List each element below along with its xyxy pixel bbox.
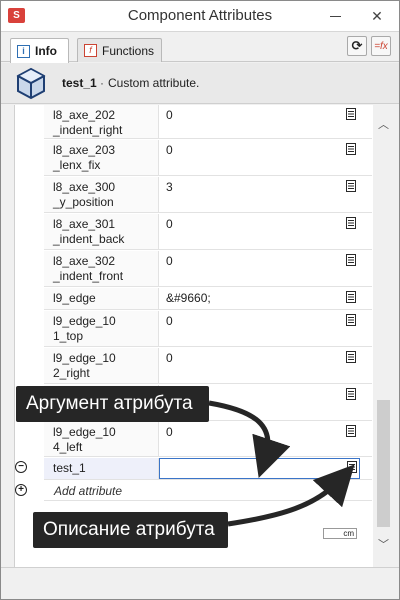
document-icon — [346, 314, 356, 326]
scroll-down-button[interactable]: ﹀ — [375, 537, 392, 551]
attribute-value[interactable]: 0 — [159, 214, 344, 249]
refresh-button[interactable]: ⟳ — [347, 36, 367, 56]
tab-functions[interactable]: f Functions — [77, 38, 162, 62]
close-icon: ✕ — [371, 8, 383, 24]
attribute-row[interactable]: l8_axe_302 _indent_front 0 — [44, 251, 372, 287]
tab-bar: i Info f Functions ⟳ =fx — [1, 32, 399, 63]
edit-attribute-button[interactable] — [346, 108, 356, 120]
attribute-row[interactable]: l9_edge_10 1_top 0 — [44, 311, 372, 347]
plus-circle-icon: + — [18, 484, 24, 495]
minimize-icon — [329, 15, 341, 18]
edit-attribute-button[interactable] — [346, 425, 356, 437]
attribute-value[interactable]: 0 — [159, 311, 344, 346]
document-icon — [346, 351, 356, 363]
document-icon — [346, 425, 356, 437]
units-field[interactable]: cm — [323, 528, 357, 539]
component-name: test_1 — [62, 76, 97, 90]
component-separator: · — [100, 76, 104, 90]
attribute-row[interactable]: l8_axe_301 _indent_back 0 — [44, 214, 372, 250]
attribute-row[interactable]: l8_axe_202 _indent_right 0 — [44, 105, 372, 139]
edit-attribute-button[interactable] — [346, 180, 356, 192]
fx-icon: f — [84, 44, 97, 57]
attribute-row[interactable]: l9_edge_10 2_right 0 — [44, 348, 372, 384]
document-icon — [346, 291, 356, 303]
chevron-up-icon: ︿ — [378, 119, 389, 131]
attribute-name: l8_axe_302 _indent_front — [44, 251, 159, 286]
edit-attribute-button[interactable] — [346, 314, 356, 326]
title-bar[interactable]: S Component Attributes ✕ — [1, 1, 399, 32]
edit-attribute-button[interactable] — [346, 291, 356, 303]
edit-attribute-details-button[interactable] — [347, 461, 357, 473]
attribute-value[interactable]: 0 — [159, 422, 344, 456]
new-attribute-value-input[interactable] — [159, 458, 360, 479]
scroll-thumb[interactable] — [377, 400, 390, 527]
component-attributes-window: S Component Attributes ✕ i Info f Functi… — [0, 0, 400, 600]
status-bar — [1, 567, 399, 599]
component-cube-icon — [16, 67, 46, 100]
attribute-name: l8_axe_203 _lenx_fix — [44, 140, 159, 175]
vertical-scrollbar[interactable]: ︿ ﹀ — [375, 105, 392, 555]
callout-description: Описание атрибута — [33, 512, 228, 548]
edit-attribute-button[interactable] — [346, 351, 356, 363]
attribute-row[interactable]: l9_edge_10 4_left 0 — [44, 422, 372, 457]
attribute-value[interactable]: 0 — [159, 140, 344, 175]
document-icon — [346, 143, 356, 155]
refresh-icon: ⟳ — [351, 38, 363, 53]
attribute-name: l8_axe_202 _indent_right — [44, 105, 159, 138]
info-icon: i — [17, 44, 30, 58]
attribute-name: l9_edge — [44, 288, 159, 309]
minimize-button[interactable] — [314, 1, 356, 32]
edit-attribute-button[interactable] — [346, 217, 356, 229]
fx-icon: =fx — [374, 40, 388, 52]
attribute-name: l8_axe_301 _indent_back — [44, 214, 159, 249]
attribute-row[interactable]: l8_axe_300 _y_position 3 — [44, 177, 372, 213]
toggle-formula-button[interactable]: =fx — [371, 36, 391, 56]
attribute-name: l8_axe_300 _y_position — [44, 177, 159, 212]
document-icon — [346, 180, 356, 192]
callout-argument: Аргумент атрибута — [16, 386, 209, 422]
tab-info[interactable]: i Info — [10, 38, 69, 63]
new-attribute-row[interactable]: test_1 — [44, 458, 372, 480]
tab-functions-label: Functions — [102, 43, 155, 58]
close-button[interactable]: ✕ — [356, 1, 398, 32]
component-header: test_1 · Custom attribute. — [1, 63, 399, 104]
tab-info-label: Info — [35, 44, 57, 58]
add-attribute-label[interactable]: Add attribute — [54, 484, 122, 498]
attribute-value[interactable]: 3 — [159, 177, 344, 212]
document-icon — [346, 217, 356, 229]
attribute-value[interactable]: 0 — [159, 105, 344, 138]
edit-attribute-button[interactable] — [346, 143, 356, 155]
attribute-name: l9_edge_10 2_right — [44, 348, 159, 383]
minus-circle-icon: − — [18, 461, 24, 472]
chevron-down-icon: ﹀ — [378, 539, 389, 551]
scroll-up-button[interactable]: ︿ — [375, 117, 392, 131]
attribute-name: l9_edge_10 4_left — [44, 422, 159, 456]
attribute-value[interactable]: &#9660; — [159, 288, 344, 309]
document-icon — [346, 388, 356, 400]
remove-attribute-button[interactable]: − — [15, 461, 27, 473]
component-description: Custom attribute. — [108, 76, 200, 90]
edit-attribute-button[interactable] — [346, 254, 356, 266]
attribute-row[interactable]: l9_edge &#9660; — [44, 288, 372, 310]
new-attribute-name[interactable]: test_1 — [44, 458, 159, 479]
document-icon — [347, 461, 357, 473]
attribute-value[interactable]: 0 — [159, 348, 344, 383]
add-attribute-button[interactable]: + — [15, 484, 27, 496]
attribute-row[interactable]: l8_axe_203 _lenx_fix 0 — [44, 140, 372, 176]
document-icon — [346, 254, 356, 266]
attribute-name: l9_edge_10 1_top — [44, 311, 159, 346]
attribute-value[interactable]: 0 — [159, 251, 344, 286]
edit-attribute-button[interactable] — [346, 388, 356, 400]
document-icon — [346, 108, 356, 120]
